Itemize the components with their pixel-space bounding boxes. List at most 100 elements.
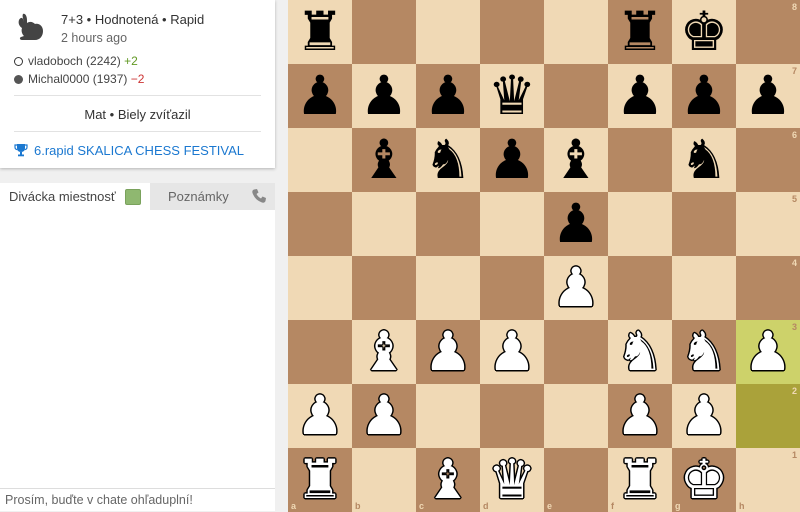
black-knight-g6[interactable]: ♞ — [672, 128, 736, 192]
chat-messages — [0, 210, 275, 488]
white-pawn-c3[interactable]: ♟ — [416, 320, 480, 384]
tab-notes[interactable]: Poznámky — [150, 183, 275, 210]
black-pawn-e5[interactable]: ♟ — [544, 192, 608, 256]
square-c8[interactable] — [416, 0, 480, 64]
square-e2[interactable] — [544, 384, 608, 448]
black-rook-a8[interactable]: ♜ — [288, 0, 352, 64]
square-h6[interactable]: 6 — [736, 128, 800, 192]
tab-notes-label: Poznámky — [168, 189, 229, 204]
chat-tabs: Divácka miestnosť Poznámky — [0, 183, 275, 210]
square-f4[interactable] — [608, 256, 672, 320]
white-pawn-a2[interactable]: ♟ — [288, 384, 352, 448]
square-a3[interactable] — [288, 320, 352, 384]
game-meta: 7+3 • Hodnotená • Rapid — [61, 12, 205, 27]
black-pawn-b7[interactable]: ♟ — [352, 64, 416, 128]
square-e3[interactable] — [544, 320, 608, 384]
square-f6[interactable] — [608, 128, 672, 192]
white-bishop-b3[interactable]: ♝ — [352, 320, 416, 384]
tab-spectator-room[interactable]: Divácka miestnosť — [0, 183, 150, 210]
black-pawn-g7[interactable]: ♟ — [672, 64, 736, 128]
player-white-rating-diff: +2 — [124, 54, 138, 68]
rank-label-4: 4 — [791, 258, 797, 268]
rank-label-1: 1 — [791, 450, 797, 460]
white-pawn-g2[interactable]: ♟ — [672, 384, 736, 448]
phone-icon[interactable] — [251, 188, 267, 204]
player-black-rating-diff: −2 — [130, 72, 145, 86]
square-h2[interactable]: 2 — [736, 384, 800, 448]
square-h1[interactable]: 1h — [736, 448, 800, 512]
square-h8[interactable]: 8 — [736, 0, 800, 64]
chat-input[interactable]: Prosím, buďte v chate ohľaduplní! — [0, 488, 275, 511]
file-label-b: b — [355, 501, 361, 511]
square-f5[interactable] — [608, 192, 672, 256]
player-white[interactable]: vladoboch (2242) +2 — [14, 54, 138, 68]
divider — [14, 131, 261, 132]
square-g5[interactable] — [672, 192, 736, 256]
white-queen-d1[interactable]: ♛ — [480, 448, 544, 512]
file-label-e: e — [547, 501, 553, 511]
player-black-name: Michal0000 (1937) — [28, 72, 128, 86]
black-pawn-f7[interactable]: ♟ — [608, 64, 672, 128]
white-knight-f3[interactable]: ♞ — [608, 320, 672, 384]
white-king-g1[interactable]: ♚ — [672, 448, 736, 512]
rank-label-2: 2 — [791, 386, 797, 396]
tournament-name: 6.rapid SKALICA CHESS FESTIVAL — [34, 143, 245, 158]
rabbit-icon — [18, 13, 43, 40]
square-d4[interactable] — [480, 256, 544, 320]
white-pawn-b2[interactable]: ♟ — [352, 384, 416, 448]
black-pawn-a7[interactable]: ♟ — [288, 64, 352, 128]
white-pawn-h3[interactable]: ♟ — [736, 320, 800, 384]
black-bishop-e6[interactable]: ♝ — [544, 128, 608, 192]
square-a5[interactable] — [288, 192, 352, 256]
checkbox-icon[interactable] — [125, 189, 141, 205]
tab-spectator-room-label: Divácka miestnosť — [9, 189, 116, 204]
chess-board[interactable]: 8 7 6 5 4 3 2 a b c d e f g 1 h ♜ ♜ ♚ ♟ ♟ ♟ ♛ ♟ ♟ ♟ ♝ ♞ ♟ ♝ ♞ ♟ ♟ ♝ ♟ ♟ ♞ ♞ ♟ ♟… — [288, 0, 800, 512]
white-rook-a1[interactable]: ♜ — [288, 448, 352, 512]
white-bishop-c1[interactable]: ♝ — [416, 448, 480, 512]
white-pawn-f2[interactable]: ♟ — [608, 384, 672, 448]
square-h5[interactable]: 5 — [736, 192, 800, 256]
square-c5[interactable] — [416, 192, 480, 256]
black-pawn-h7[interactable]: ♟ — [736, 64, 800, 128]
tournament-link[interactable]: 6.rapid SKALICA CHESS FESTIVAL — [14, 143, 244, 158]
black-knight-c6[interactable]: ♞ — [416, 128, 480, 192]
black-king-g8[interactable]: ♚ — [672, 0, 736, 64]
file-label-h: h — [739, 501, 745, 511]
square-d8[interactable] — [480, 0, 544, 64]
square-e8[interactable] — [544, 0, 608, 64]
square-c2[interactable] — [416, 384, 480, 448]
square-b5[interactable] — [352, 192, 416, 256]
square-e1[interactable]: e — [544, 448, 608, 512]
game-time-ago: 2 hours ago — [61, 31, 128, 45]
white-pawn-d3[interactable]: ♟ — [480, 320, 544, 384]
player-black[interactable]: Michal0000 (1937) −2 — [14, 72, 144, 86]
black-queen-d7[interactable]: ♛ — [480, 64, 544, 128]
black-pawn-d6[interactable]: ♟ — [480, 128, 544, 192]
black-bishop-b6[interactable]: ♝ — [352, 128, 416, 192]
square-b8[interactable] — [352, 0, 416, 64]
square-b4[interactable] — [352, 256, 416, 320]
black-pawn-c7[interactable]: ♟ — [416, 64, 480, 128]
rank-label-8: 8 — [791, 2, 797, 12]
black-rook-f8[interactable]: ♜ — [608, 0, 672, 64]
white-rook-f1[interactable]: ♜ — [608, 448, 672, 512]
game-status: Mat • Biely zvíťazil — [84, 107, 191, 122]
square-e7[interactable] — [544, 64, 608, 128]
white-knight-g3[interactable]: ♞ — [672, 320, 736, 384]
white-pawn-e4[interactable]: ♟ — [544, 256, 608, 320]
square-a6[interactable] — [288, 128, 352, 192]
square-b1[interactable]: b — [352, 448, 416, 512]
square-h4[interactable]: 4 — [736, 256, 800, 320]
square-d2[interactable] — [480, 384, 544, 448]
square-c4[interactable] — [416, 256, 480, 320]
game-info-panel: 7+3 • Hodnotená • Rapid 2 hours ago vlad… — [0, 0, 275, 168]
square-g4[interactable] — [672, 256, 736, 320]
divider — [14, 95, 261, 96]
black-dot-icon — [14, 75, 23, 84]
square-d5[interactable] — [480, 192, 544, 256]
player-white-name: vladoboch (2242) — [28, 54, 121, 68]
square-a4[interactable] — [288, 256, 352, 320]
rank-label-5: 5 — [791, 194, 797, 204]
rank-label-6: 6 — [791, 130, 797, 140]
trophy-icon — [14, 144, 28, 157]
